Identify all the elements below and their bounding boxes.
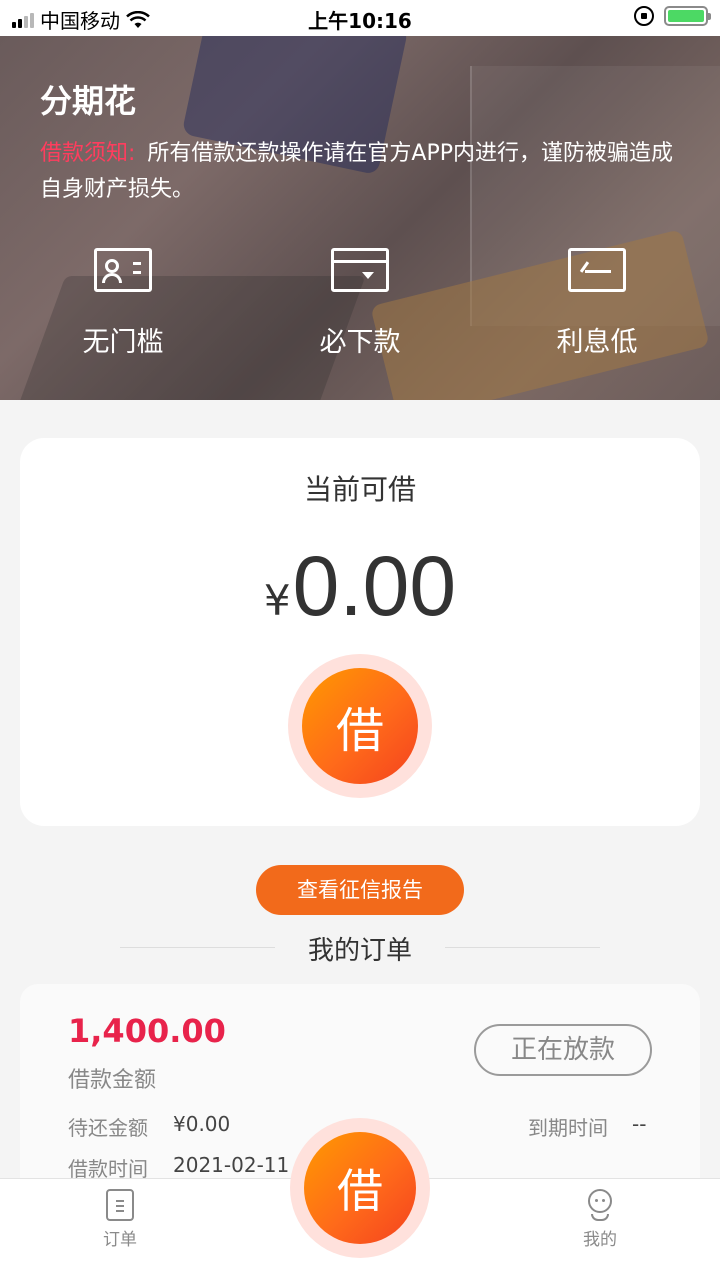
feature-label: 无门槛 — [82, 327, 164, 358]
order-amount: 1,400.00 — [68, 1012, 226, 1050]
borrow-button-label: 借 — [302, 668, 418, 784]
view-credit-report-button[interactable]: 查看征信报告 — [256, 865, 464, 915]
status-time: 上午10:16 — [308, 9, 412, 33]
tab-label: 订单 — [103, 1230, 137, 1250]
currency-symbol: ¥ — [263, 576, 291, 625]
available-loan-card: 当前可借 ¥0.00 借 — [20, 438, 700, 826]
notice-label: 借款须知: — [40, 141, 136, 166]
feature-label: 利息低 — [556, 327, 638, 358]
user-face-icon — [584, 1189, 616, 1221]
tab-profile[interactable]: 我的 — [560, 1189, 640, 1250]
tab-borrow[interactable]: 借 — [290, 1118, 430, 1258]
tab-label: 我的 — [583, 1230, 617, 1250]
feature-guaranteed-loan: 必下款 — [280, 248, 440, 359]
status-bar: 中国移动 上午10:16 — [0, 0, 720, 36]
order-amount-label: 借款金额 — [68, 1068, 157, 1093]
header-banner: 分期花 借款须知: 所有借款还款操作请在官方APP内进行，谨防被骗造成自身财产损失… — [0, 36, 720, 400]
order-status-badge: 正在放款 — [474, 1024, 652, 1076]
order-list-icon — [106, 1189, 134, 1221]
battery-icon — [664, 6, 711, 26]
tab-borrow-label: 借 — [304, 1132, 416, 1244]
feature-no-threshold: 无门槛 — [43, 248, 203, 359]
tab-orders[interactable]: 订单 — [80, 1189, 160, 1250]
due-time-value: -- — [632, 1112, 647, 1136]
pending-amount-value: ¥0.00 — [173, 1112, 231, 1136]
loan-notice: 借款须知: 所有借款还款操作请在官方APP内进行，谨防被骗造成自身财产损失。 — [40, 136, 680, 208]
card-icon — [331, 248, 389, 292]
due-time-label: 到期时间 — [528, 1116, 608, 1140]
borrow-time-value: 2021-02-11 0 — [173, 1153, 309, 1177]
orders-header: 我的订单 — [0, 930, 720, 966]
id-card-icon — [94, 248, 152, 292]
borrow-button[interactable]: 借 — [288, 654, 432, 798]
available-caption: 当前可借 — [303, 473, 416, 506]
app-title: 分期花 — [40, 82, 137, 120]
rotation-lock-icon — [634, 6, 654, 26]
feature-label: 必下款 — [319, 327, 401, 358]
divider — [445, 947, 600, 948]
return-icon — [568, 248, 626, 292]
orders-title: 我的订单 — [307, 936, 412, 966]
pending-amount-label: 待还金额 — [68, 1116, 148, 1140]
status-right — [634, 6, 711, 26]
feature-low-interest: 利息低 — [517, 248, 677, 359]
available-amount: ¥0.00 — [20, 538, 700, 635]
amount-value: 0.00 — [292, 539, 457, 633]
